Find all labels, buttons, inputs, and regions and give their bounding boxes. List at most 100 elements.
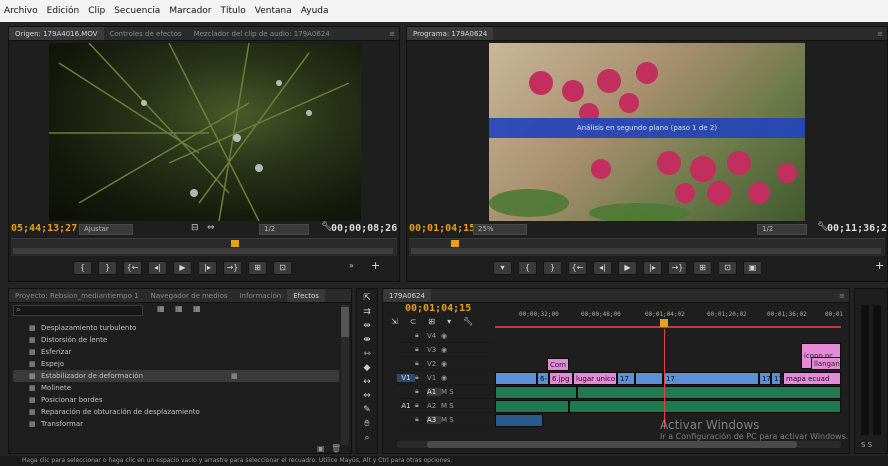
insert-icon[interactable]: ⊞: [248, 261, 267, 275]
overwrite-icon[interactable]: ⊡: [273, 261, 292, 275]
clip-llangana[interactable]: llangana: [811, 357, 841, 370]
timeline-playhead-handle[interactable]: [660, 319, 668, 327]
video-clip[interactable]: [495, 372, 537, 385]
program-go-to-out-icon[interactable]: →}: [668, 261, 687, 275]
slip-tool-icon[interactable]: ↔: [363, 377, 371, 387]
program-mark-in-icon[interactable]: {: [518, 261, 537, 275]
add-marker-icon[interactable]: ▾: [493, 261, 512, 275]
drag-video-icon[interactable]: ⇔: [207, 223, 215, 233]
timeline-tracks-area[interactable]: icono.pc llangana Com 6- 6.jpg lugar uni…: [495, 329, 841, 429]
effects-search-input[interactable]: ⌕: [13, 305, 143, 316]
lock-icon[interactable]: 🔒︎: [415, 415, 427, 424]
tab-project[interactable]: Proyecto: Rebsion_mediantiempo 1: [9, 289, 145, 302]
timeline-playhead-line[interactable]: [664, 329, 665, 429]
add-marker-timeline-icon[interactable]: ▾: [447, 317, 451, 326]
accelerated-effects-icon[interactable]: ▦: [157, 304, 165, 313]
source-fit-dropdown[interactable]: Ajustar: [79, 224, 133, 235]
program-zoom-dropdown[interactable]: 25%: [473, 224, 527, 235]
hand-tool-icon[interactable]: ✋︎: [364, 419, 369, 429]
clip-com[interactable]: Com: [547, 358, 569, 371]
menu-titulo[interactable]: Título: [221, 6, 246, 16]
track-target[interactable]: V1: [397, 373, 415, 382]
program-play-icon[interactable]: ▶: [618, 261, 637, 275]
tab-sequence[interactable]: 179A0624: [383, 289, 431, 302]
rolling-edit-tool-icon[interactable]: ⇼: [363, 335, 371, 345]
step-forward-icon[interactable]: |▸: [198, 261, 217, 275]
track-a3[interactable]: 🔒︎ A3 M S: [397, 413, 493, 427]
source-timecode-current[interactable]: 05;44;13;27: [11, 223, 77, 234]
timeline-panel-menu-icon[interactable]: ≡: [839, 292, 849, 300]
extract-icon[interactable]: ⊡: [718, 261, 737, 275]
source-resolution-dropdown[interactable]: 1/2: [259, 224, 309, 235]
audio-clip[interactable]: [495, 400, 569, 413]
safe-margins-icon[interactable]: ⊟: [191, 223, 199, 233]
menu-edicion[interactable]: Edición: [47, 6, 80, 16]
video-clip[interactable]: 17: [771, 372, 781, 385]
yuv-effects-icon[interactable]: ▦: [193, 304, 201, 313]
source-more-icon[interactable]: »: [349, 261, 354, 270]
go-to-in-icon[interactable]: {←: [123, 261, 142, 275]
program-timecode-current[interactable]: 00;01;04;15: [409, 223, 475, 234]
eye-icon[interactable]: ◉: [441, 360, 447, 368]
track-target[interactable]: A1: [397, 402, 415, 410]
nest-icon[interactable]: ⇲: [391, 317, 398, 326]
track-v3[interactable]: 🔒︎ V3 ◉: [397, 343, 493, 357]
slide-tool-icon[interactable]: ⇔: [363, 391, 371, 401]
track-a2[interactable]: A1 🔒︎ A2 M S: [397, 399, 493, 413]
track-v4[interactable]: 🔒︎ V4 ◉: [397, 329, 493, 343]
tab-info[interactable]: Información: [234, 289, 288, 302]
selection-tool-icon[interactable]: ⇱: [363, 293, 371, 303]
new-bin-icon[interactable]: ▣: [317, 444, 325, 453]
list-item[interactable]: Transformar: [13, 418, 339, 430]
list-item[interactable]: Molinete: [13, 382, 339, 394]
source-playhead-marker[interactable]: [231, 240, 239, 247]
pen-tool-icon[interactable]: ✎: [363, 405, 371, 415]
program-go-to-in-icon[interactable]: {←: [568, 261, 587, 275]
video-clip[interactable]: 6-: [537, 372, 549, 385]
mute-solo-icon[interactable]: M S: [441, 416, 454, 424]
list-item[interactable]: Distorsión de lente: [13, 334, 339, 346]
list-item[interactable]: Esferizar: [13, 346, 339, 358]
eye-icon[interactable]: ◉: [441, 346, 447, 354]
program-add-button-icon[interactable]: +: [875, 259, 884, 272]
source-time-ruler[interactable]: [11, 238, 397, 256]
timeline-wrench-icon[interactable]: 🔧︎: [463, 317, 473, 326]
mark-out-icon[interactable]: }: [98, 261, 117, 275]
lock-icon[interactable]: 🔒︎: [415, 401, 427, 410]
go-to-out-icon[interactable]: →}: [223, 261, 242, 275]
mute-solo-icon[interactable]: M S: [441, 388, 454, 396]
video-clip[interactable]: lugar unico: [573, 372, 617, 385]
video-clip[interactable]: 17: [759, 372, 771, 385]
tab-media-browser[interactable]: Navegador de medios: [145, 289, 234, 302]
track-v2[interactable]: 🔒︎ V2 ◉: [397, 357, 493, 371]
program-mark-out-icon[interactable]: }: [543, 261, 562, 275]
snap-icon[interactable]: ⊂: [410, 317, 417, 326]
timeline-horizontal-scrollbar[interactable]: [397, 441, 841, 448]
program-scrub-bar[interactable]: [411, 248, 881, 254]
video-clip[interactable]: [635, 372, 663, 385]
program-time-ruler[interactable]: [409, 238, 885, 256]
menu-ventana[interactable]: Ventana: [255, 6, 292, 16]
32bit-effects-icon[interactable]: ▦: [175, 304, 183, 313]
video-clip[interactable]: 17: [663, 372, 759, 385]
source-add-button-icon[interactable]: +: [371, 259, 380, 272]
step-back-icon[interactable]: ◂|: [148, 261, 167, 275]
menu-archivo[interactable]: Archivo: [4, 6, 38, 16]
list-item[interactable]: Espejo: [13, 358, 339, 370]
play-icon[interactable]: ▶: [173, 261, 192, 275]
mute-solo-icon[interactable]: M S: [441, 402, 454, 410]
lock-icon[interactable]: 🔒︎: [415, 373, 427, 382]
eye-icon[interactable]: ◉: [441, 332, 447, 340]
list-item[interactable]: Desplazamiento turbulento: [13, 322, 339, 334]
linked-selection-icon[interactable]: ⊞: [428, 317, 435, 326]
lock-icon[interactable]: 🔒︎: [415, 387, 427, 396]
lock-icon[interactable]: 🔒︎: [415, 331, 427, 340]
list-item[interactable]: Reparación de obturación de desplazamien…: [13, 406, 339, 418]
effects-scrollbar[interactable]: [341, 305, 349, 445]
track-a1[interactable]: 🔒︎ A1 M S: [397, 385, 493, 399]
timeline-timecode[interactable]: 00;01;04;15: [405, 303, 471, 314]
track-select-tool-icon[interactable]: ⇉: [363, 307, 371, 317]
video-clip[interactable]: 17: [617, 372, 635, 385]
list-item-selected[interactable]: Estabilizador de deformación ▦: [13, 370, 339, 382]
menu-secuencia[interactable]: Secuencia: [114, 6, 160, 16]
